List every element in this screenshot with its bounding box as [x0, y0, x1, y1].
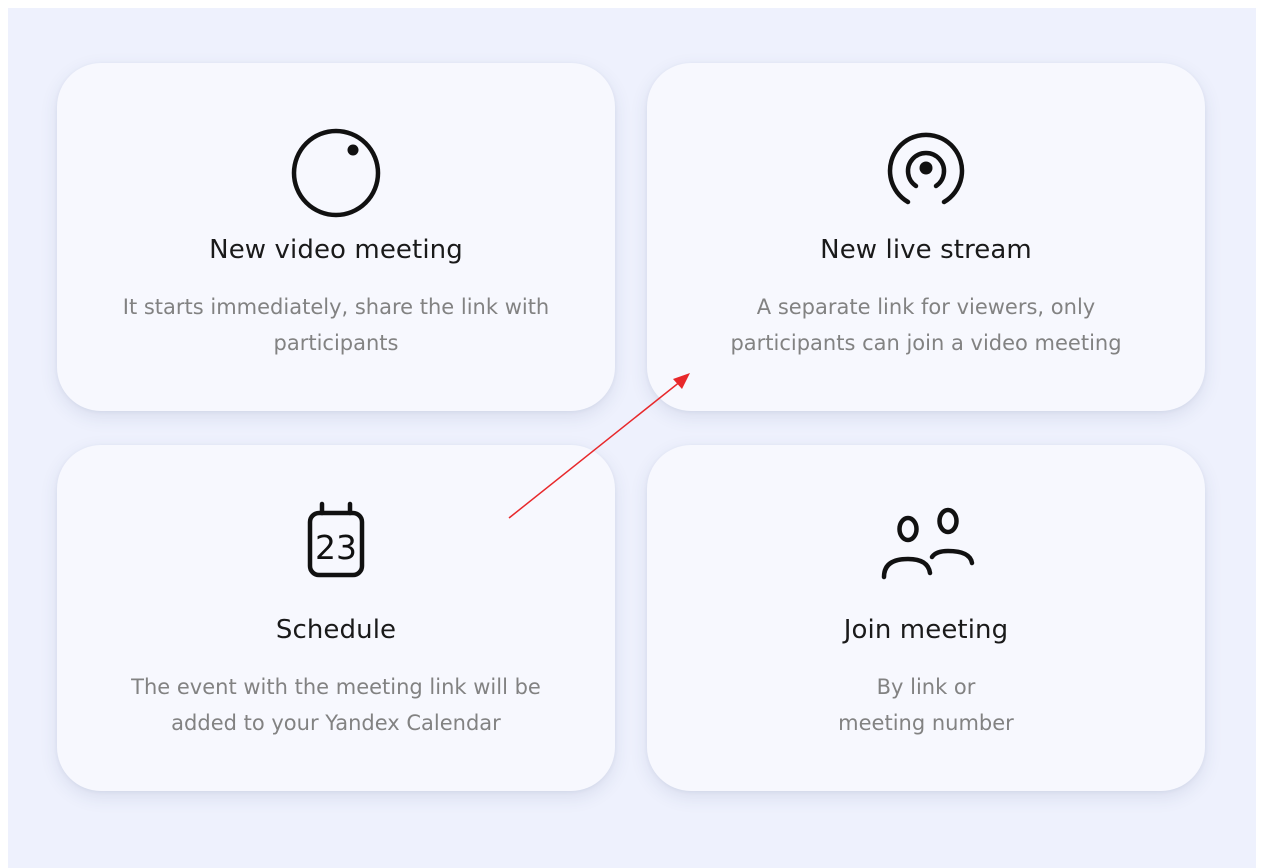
description-line: A separate link for viewers, only — [756, 295, 1096, 319]
card-description: By link or meeting number — [666, 669, 1186, 741]
card-description: The event with the meeting link will be … — [76, 669, 596, 741]
description-line: meeting number — [838, 711, 1014, 735]
participants-icon — [874, 497, 978, 589]
card-title: Schedule — [275, 615, 397, 645]
new-video-meeting-card[interactable]: New video meeting It starts immediately,… — [57, 63, 615, 411]
description-line: added to your Yandex Calendar — [171, 711, 501, 735]
calendar-day-number: 23 — [315, 528, 357, 567]
description-line: It starts immediately, share the link wi… — [122, 295, 550, 319]
card-description: It starts immediately, share the link wi… — [76, 289, 596, 361]
card-title: New video meeting — [209, 235, 463, 265]
schedule-card[interactable]: 23 Schedule The event with the meeting l… — [57, 445, 615, 791]
description-line: The event with the meeting link will be — [131, 675, 541, 699]
broadcast-icon — [880, 127, 972, 219]
description-line: By link or — [876, 675, 976, 699]
description-line: participants can join a video meeting — [730, 331, 1122, 355]
new-live-stream-card[interactable]: New live stream A separate link for view… — [647, 63, 1205, 411]
main-panel: New video meeting It starts immediately,… — [8, 8, 1256, 868]
calendar-icon: 23 — [290, 497, 382, 589]
card-description: A separate link for viewers, only partic… — [666, 289, 1186, 361]
card-title: New live stream — [820, 235, 1032, 265]
card-title: Join meeting — [843, 615, 1009, 645]
join-meeting-card[interactable]: Join meeting By link or meeting number — [647, 445, 1205, 791]
description-line: participants — [273, 331, 399, 355]
video-camera-icon — [290, 127, 382, 219]
